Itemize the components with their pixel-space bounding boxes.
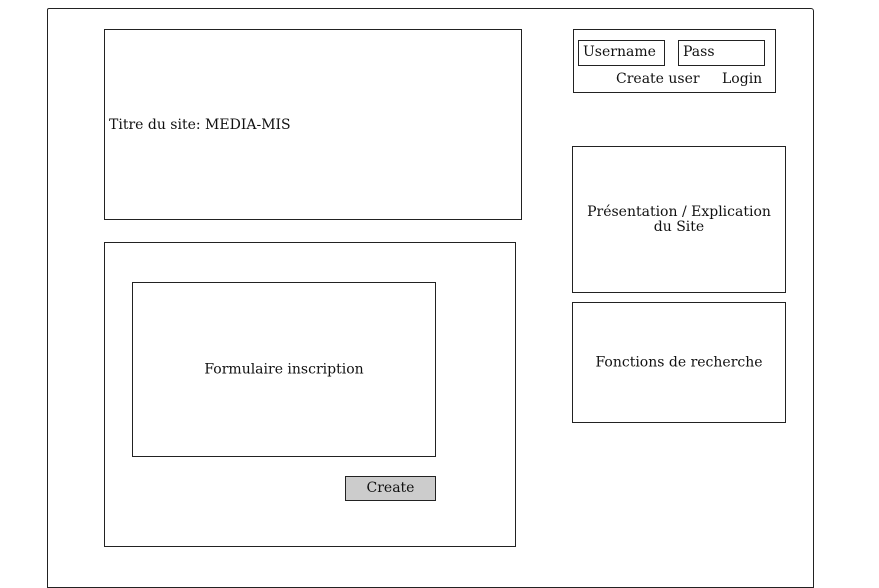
signup-form: Formulaire inscription bbox=[132, 282, 436, 457]
password-input[interactable]: Pass bbox=[678, 40, 765, 66]
create-user-link[interactable]: Create user bbox=[616, 71, 700, 87]
login-link[interactable]: Login bbox=[722, 71, 762, 87]
login-panel: Username Pass Create user Login bbox=[573, 29, 776, 93]
search-functions-text: Fonctions de recherche bbox=[595, 354, 763, 370]
presentation-text: Présentation / Explication du Site bbox=[587, 203, 771, 235]
site-header: Titre du site: MEDIA-MIS bbox=[104, 29, 522, 220]
site-title: Titre du site: MEDIA-MIS bbox=[109, 117, 291, 133]
site-presentation-panel: Présentation / Explication du Site bbox=[572, 146, 786, 293]
create-button[interactable]: Create bbox=[345, 476, 436, 501]
signup-form-label: Formulaire inscription bbox=[204, 361, 364, 377]
search-functions-panel: Fonctions de recherche bbox=[572, 302, 786, 423]
username-input[interactable]: Username bbox=[578, 40, 665, 66]
